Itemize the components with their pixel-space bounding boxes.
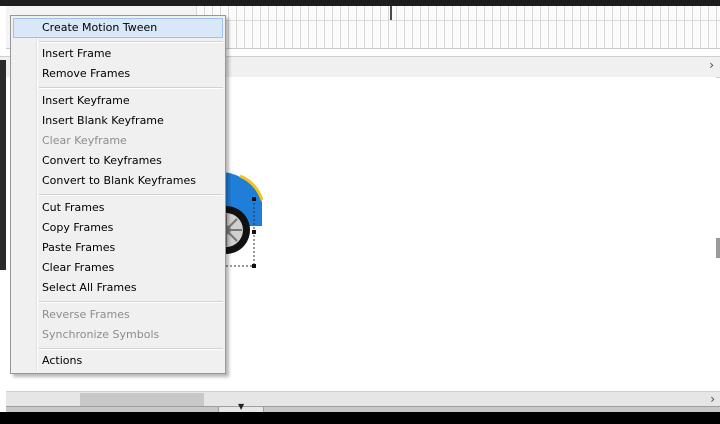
chevron-right-icon[interactable]: › xyxy=(709,58,714,72)
menu-item-remove-frames[interactable]: Remove Frames xyxy=(13,64,223,84)
menu-item-insert-keyframe[interactable]: Insert Keyframe xyxy=(13,91,223,111)
menu-separator xyxy=(39,41,223,43)
menu-item-actions[interactable]: Actions xyxy=(13,351,223,371)
chevron-right-icon[interactable]: › xyxy=(710,392,715,406)
playhead-marker[interactable] xyxy=(390,6,392,20)
menu-separator xyxy=(39,348,223,350)
menu-separator xyxy=(39,301,223,303)
menu-item-copy-frames[interactable]: Copy Frames xyxy=(13,218,223,238)
menu-separator xyxy=(39,87,223,89)
menu-item-convert-to-keyframes[interactable]: Convert to Keyframes xyxy=(13,151,223,171)
horizontal-scrollbar[interactable]: › xyxy=(6,391,720,407)
menu-item-reverse-frames: Reverse Frames xyxy=(42,308,130,321)
bottom-black-strip xyxy=(0,412,720,424)
menu-item-paste-frames[interactable]: Paste Frames xyxy=(13,238,223,258)
vertical-scrollbar-thumb[interactable] xyxy=(716,238,720,258)
menu-item-clear-keyframe: Clear Keyframe xyxy=(42,134,127,147)
menu-item-insert-frame[interactable]: Insert Frame xyxy=(13,44,223,64)
timeline-frame-grid[interactable] xyxy=(196,6,720,48)
menu-item-convert-to-blank-keyframes[interactable]: Convert to Blank Keyframes xyxy=(13,171,223,191)
menu-item-clear-frames[interactable]: Clear Frames xyxy=(13,258,223,278)
menu-item-cut-frames[interactable]: Cut Frames xyxy=(13,198,223,218)
menu-separator xyxy=(39,194,223,196)
menu-item-create-motion-tween[interactable]: Create Motion Tween xyxy=(13,18,223,38)
menu-item-select-all-frames[interactable]: Select All Frames xyxy=(13,278,223,298)
stage-left-edge xyxy=(0,60,6,270)
menu-item-insert-blank-keyframe[interactable]: Insert Blank Keyframe xyxy=(13,111,223,131)
context-menu: Create Motion Tween Insert Frame Remove … xyxy=(10,15,226,374)
menu-item-synchronize-symbols: Synchronize Symbols xyxy=(42,328,160,341)
triangle-down-icon: ▼ xyxy=(238,402,245,411)
horizontal-scrollbar-thumb[interactable] xyxy=(80,393,204,406)
